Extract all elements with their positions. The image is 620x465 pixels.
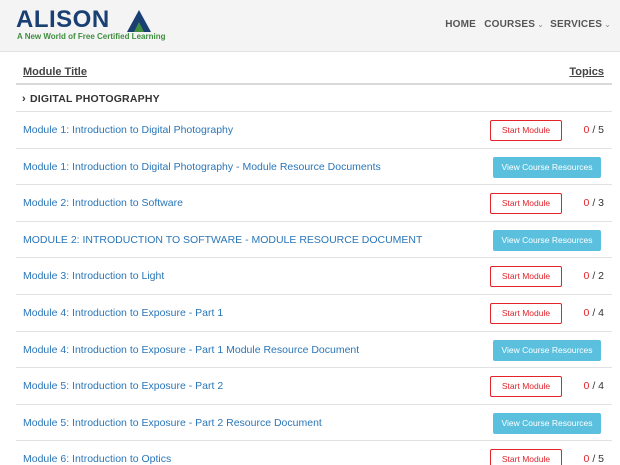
- topics-total: / 3: [592, 197, 604, 210]
- start-module-button[interactable]: Start Module: [490, 376, 562, 398]
- topics-total: / 5: [592, 453, 604, 465]
- topics-total: / 5: [592, 124, 604, 136]
- table-row: Module 1: Introduction to Digital Photog…: [16, 149, 612, 186]
- nav-services[interactable]: SERVICES ⌄: [550, 19, 611, 30]
- table-row: Module 5: Introduction to Exposure - Par…: [16, 368, 612, 405]
- table-header: Module Title Topics: [16, 58, 612, 85]
- top-navigation-bar: ALISON A New World of Free Certified Lea…: [0, 0, 620, 52]
- view-course-resources-button[interactable]: View Course Resources: [493, 156, 601, 178]
- module-link[interactable]: Module 1: Introduction to Digital Photog…: [23, 124, 233, 136]
- logo-wordmark: ALISON: [16, 6, 110, 33]
- table-row: Module 5: Introduction to Exposure - Par…: [16, 405, 612, 442]
- table-row: Module 2: Introduction to Software Start…: [16, 185, 612, 222]
- chevron-down-icon: ⌄: [604, 20, 611, 29]
- table-row: Module 1: Introduction to Digital Photog…: [16, 112, 612, 149]
- table-row: Module 3: Introduction to Light Start Mo…: [16, 258, 612, 295]
- module-link[interactable]: Module 2: Introduction to Software: [23, 197, 183, 209]
- topics-completed: 0: [583, 124, 590, 136]
- view-course-resources-button[interactable]: View Course Resources: [493, 412, 601, 434]
- table-row: Module 4: Introduction to Exposure - Par…: [16, 332, 612, 369]
- topics-total: / 4: [592, 306, 604, 319]
- topics-total: / 2: [592, 270, 604, 283]
- topics-completed: 0: [583, 453, 590, 465]
- column-header-module-title[interactable]: Module Title: [23, 66, 87, 78]
- topics-completed: 0: [583, 197, 590, 210]
- resource-link[interactable]: Module 1: Introduction to Digital Photog…: [23, 161, 381, 173]
- nav-home-label: HOME: [445, 19, 476, 30]
- view-course-resources-button[interactable]: View Course Resources: [493, 229, 601, 251]
- column-header-topics[interactable]: Topics: [569, 66, 604, 78]
- nav-services-label: SERVICES: [550, 19, 603, 30]
- topics-completed: 0: [583, 270, 590, 283]
- section-title: DIGITAL PHOTOGRAPHY: [30, 93, 160, 105]
- table-row: Module 6: Introduction to Optics Start M…: [16, 441, 612, 465]
- alison-logo[interactable]: ALISON A New World of Free Certified Lea…: [16, 6, 165, 42]
- nav-courses-label: COURSES: [484, 19, 536, 30]
- resource-link[interactable]: Module 4: Introduction to Exposure - Par…: [23, 344, 359, 356]
- topic-progress: 0 / 5: [584, 124, 604, 136]
- start-module-button[interactable]: Start Module: [490, 120, 562, 141]
- topic-progress: 0 / 4: [584, 307, 604, 319]
- nav-courses[interactable]: COURSES ⌄: [484, 19, 544, 30]
- module-link[interactable]: Module 3: Introduction to Light: [23, 270, 164, 282]
- module-link[interactable]: Module 5: Introduction to Exposure - Par…: [23, 380, 223, 392]
- topics-total: / 4: [592, 380, 604, 393]
- module-table: Module Title Topics › DIGITAL PHOTOGRAPH…: [16, 58, 612, 465]
- section-toggle-digital-photography[interactable]: › DIGITAL PHOTOGRAPHY: [16, 85, 612, 112]
- start-module-button[interactable]: Start Module: [490, 302, 562, 324]
- table-row: MODULE 2: INTRODUCTION TO SOFTWARE - MOD…: [16, 222, 612, 259]
- module-link[interactable]: Module 4: Introduction to Exposure - Par…: [23, 307, 223, 319]
- logo-tagline: A New World of Free Certified Learning: [17, 32, 166, 41]
- logo-triangle-icon: [127, 10, 151, 32]
- topics-completed: 0: [583, 306, 590, 319]
- topic-progress: 0 / 2: [584, 270, 604, 282]
- start-module-button[interactable]: Start Module: [490, 449, 562, 465]
- view-course-resources-button[interactable]: View Course Resources: [493, 339, 601, 361]
- module-link[interactable]: Module 6: Introduction to Optics: [23, 453, 171, 465]
- resource-link[interactable]: Module 5: Introduction to Exposure - Par…: [23, 417, 322, 429]
- topics-completed: 0: [583, 380, 590, 393]
- table-row: Module 4: Introduction to Exposure - Par…: [16, 295, 612, 332]
- topic-progress: 0 / 5: [584, 453, 604, 465]
- topic-progress: 0 / 4: [584, 380, 604, 392]
- start-module-button[interactable]: Start Module: [490, 266, 562, 288]
- nav-home[interactable]: HOME: [445, 19, 476, 30]
- topic-progress: 0 / 3: [584, 197, 604, 209]
- resource-link[interactable]: MODULE 2: INTRODUCTION TO SOFTWARE - MOD…: [23, 234, 422, 246]
- chevron-down-icon: ⌄: [537, 20, 544, 29]
- start-module-button[interactable]: Start Module: [490, 193, 562, 215]
- chevron-right-icon: ›: [22, 93, 26, 105]
